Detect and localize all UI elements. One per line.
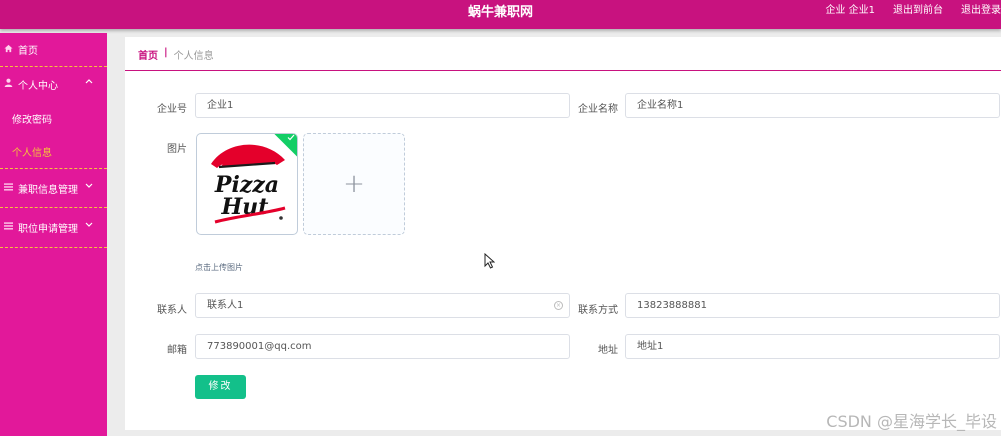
to-front-link[interactable]: 退出到前台 — [893, 0, 943, 22]
sidebar-item-home[interactable]: 首页 — [0, 33, 107, 67]
sidebar-item-label: 职位申请管理 — [18, 224, 78, 235]
menu-icon — [2, 182, 14, 194]
sidebar-item-label: 兼职信息管理 — [18, 184, 78, 196]
company-no-field[interactable]: 企业1 — [195, 93, 570, 118]
menu-icon — [2, 222, 14, 233]
submit-button[interactable]: 修改 — [195, 375, 246, 399]
email-field[interactable]: 773890001@qq.com — [195, 334, 570, 359]
logout-link[interactable]: 退出登录 — [961, 0, 1001, 22]
address-field[interactable]: 地址1 — [625, 334, 1000, 359]
phone-label: 联系方式 — [578, 305, 618, 316]
user-role: 企业 — [825, 5, 846, 16]
breadcrumb-separator: | — [164, 47, 168, 58]
contact-field[interactable]: 联系人1 × — [195, 293, 570, 318]
user-icon — [2, 78, 14, 90]
sidebar-item-personal-info[interactable]: 个人信息 — [0, 135, 107, 169]
sidebar-item-label: 首页 — [18, 46, 38, 57]
company-name-field[interactable]: 企业名称1 — [625, 93, 1000, 118]
user-info: 企业 企业1 — [825, 0, 875, 22]
sidebar-item-application-management[interactable]: 职位申请管理 — [0, 208, 107, 248]
chevron-up-icon — [85, 77, 93, 87]
clear-icon[interactable]: × — [554, 301, 563, 310]
sidebar-item-label: 个人中心 — [18, 80, 58, 92]
chevron-down-icon — [85, 221, 93, 231]
sidebar-item-job-management[interactable]: 兼职信息管理 — [0, 169, 107, 208]
sidebar: 首页 个人中心 修改密码 个人信息 兼职信息管理 职位申请管理 — [0, 33, 107, 436]
phone-field[interactable]: 13823888881 — [625, 293, 1000, 318]
upload-hint: 点击上传图片 — [195, 263, 243, 272]
uploaded-image[interactable]: Pizza Hut — [196, 133, 298, 235]
home-icon — [2, 44, 14, 56]
address-label: 地址 — [598, 345, 618, 356]
contact-label: 联系人 — [157, 305, 187, 316]
watermark: CSDN @星海学长_毕设 — [826, 412, 997, 431]
upload-button[interactable]: + — [303, 133, 405, 235]
company-no-label: 企业号 — [157, 104, 187, 115]
top-right-menu: 企业 企业1 退出到前台 退出登录 — [807, 0, 1001, 22]
check-icon — [287, 134, 295, 143]
breadcrumb: 首页 | 个人信息 — [138, 47, 214, 62]
user-name: 企业1 — [848, 5, 875, 16]
sidebar-item-personal-center[interactable]: 个人中心 — [0, 67, 107, 101]
chevron-down-icon — [85, 182, 93, 192]
email-label: 邮箱 — [167, 345, 187, 356]
sidebar-item-change-password[interactable]: 修改密码 — [0, 101, 107, 135]
breadcrumb-current: 个人信息 — [173, 51, 214, 62]
breadcrumb-home[interactable]: 首页 — [138, 47, 158, 62]
image-label: 图片 — [167, 144, 187, 155]
pizza-hut-logo: Pizza Hut — [211, 144, 286, 224]
main-content: 首页 | 个人信息 企业号 企业1 企业名称 企业名称1 图片 Pizza Hu… — [125, 37, 1001, 430]
plus-icon: + — [343, 169, 365, 199]
breadcrumb-divider — [125, 70, 1001, 71]
top-bar: 蜗牛兼职网 企业 企业1 退出到前台 退出登录 — [0, 0, 1001, 29]
mouse-cursor-icon — [484, 252, 496, 272]
company-name-label: 企业名称 — [578, 104, 618, 115]
contact-value: 联系人1 — [207, 300, 244, 311]
